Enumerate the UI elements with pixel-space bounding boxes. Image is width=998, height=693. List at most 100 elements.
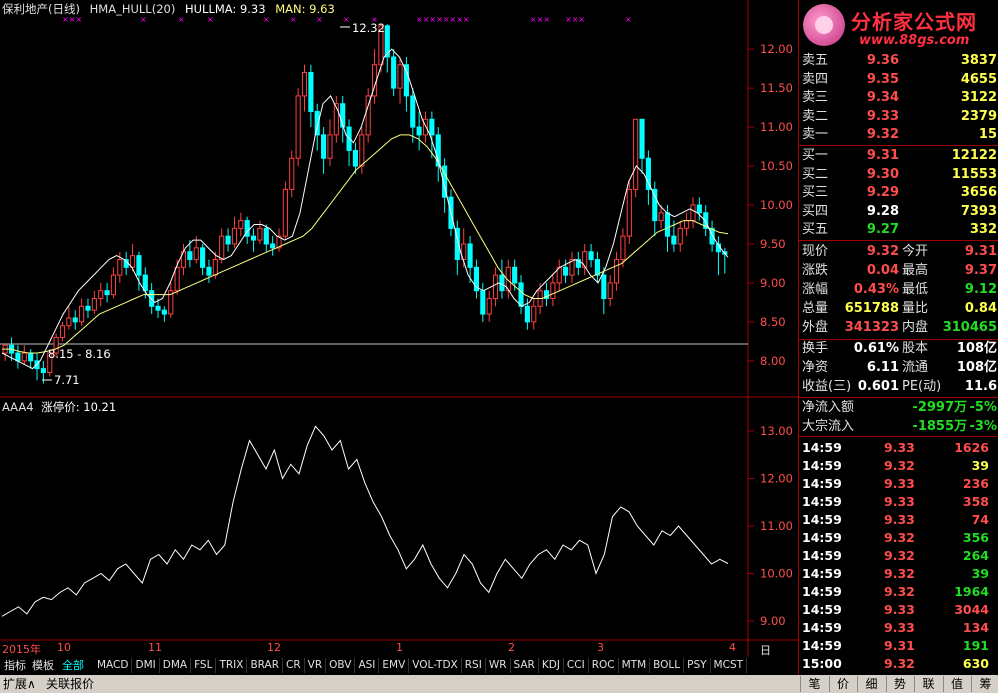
stat-value: 9.32 — [866, 244, 899, 259]
trade-price: 9.33 — [884, 494, 915, 509]
fin-value: 0.601 — [857, 379, 899, 394]
candle-body — [219, 235, 225, 261]
fin-label: PE(动) — [902, 379, 942, 394]
tab-rsi[interactable]: RSI — [462, 658, 486, 673]
tab-all[interactable]: 全部 — [60, 658, 86, 673]
trade-time: 14:59 — [802, 602, 842, 617]
tab-trix[interactable]: TRIX — [216, 658, 248, 673]
tab-dma[interactable]: DMA — [160, 658, 192, 673]
side-tab[interactable]: 笔 — [800, 676, 828, 692]
trade-row: 14:59 9.32 39 — [799, 565, 998, 583]
side-tab[interactable]: 筹 — [971, 676, 998, 692]
tab-macd[interactable]: MACD — [94, 658, 133, 673]
quote-panel: 分析家公式网 www.88gs.com 卖五 9.36 3837 卖四 9.35 4655… — [798, 0, 998, 677]
side-tab[interactable]: 势 — [885, 676, 914, 692]
tab-asi[interactable]: ASI — [355, 658, 380, 673]
trade-row: 14:59 9.32 39 — [799, 457, 998, 475]
tab-fsl[interactable]: FSL — [191, 658, 217, 673]
candle-body — [601, 274, 607, 299]
flow-label: 净流入额 — [802, 400, 855, 415]
tab-mtm[interactable]: MTM — [619, 658, 651, 673]
tab-indicator[interactable]: 指标 — [2, 658, 28, 673]
candle-body — [486, 298, 492, 315]
candle-body — [429, 118, 435, 136]
candle-body — [709, 227, 715, 245]
ask-price: 9.32 — [866, 127, 899, 142]
tab-brar[interactable]: BRAR — [247, 658, 283, 673]
hullma-value: HULLMA: 9.33 — [184, 2, 266, 16]
flow-row: 大宗流入 -1855万 -3% — [799, 418, 998, 436]
tab-cci[interactable]: CCI — [564, 658, 589, 673]
related-quote-button[interactable]: 关联报价 — [46, 676, 94, 692]
trade-row: 14:59 9.33 1626 — [799, 439, 998, 457]
candle-body — [613, 259, 620, 284]
tab-sar[interactable]: SAR — [511, 658, 539, 673]
candle-body — [66, 317, 72, 327]
candle-body — [270, 243, 276, 249]
chart-area[interactable]: 12.00 11.50 11.00 10.50 10.00 9.50 9.00 8.50 8.0… — [0, 0, 798, 673]
ask-row: 卖五 9.36 3837 — [799, 52, 998, 70]
tab-roc[interactable]: ROC — [589, 658, 619, 673]
trade-volume: 358 — [962, 494, 989, 509]
tab-cr[interactable]: CR — [283, 658, 305, 673]
x-label-year: 2015年 — [2, 643, 41, 656]
tab-vr[interactable]: VR — [305, 658, 327, 673]
logo-title: 分析家公式网 — [851, 10, 977, 34]
fin-value: 108亿 — [956, 360, 997, 375]
tab-vol-tdx[interactable]: VOL-TDX — [409, 658, 462, 673]
candle-body — [263, 227, 269, 245]
ask-label: 卖五 — [802, 53, 829, 68]
side-tab[interactable]: 细 — [857, 676, 885, 692]
side-tab[interactable]: 价 — [828, 676, 857, 692]
tab-psy[interactable]: PSY — [684, 658, 711, 673]
x-label-jan: 1 — [396, 641, 403, 654]
candle-body — [391, 56, 397, 89]
candle-body — [72, 317, 78, 323]
side-tab[interactable]: 值 — [942, 676, 971, 692]
trade-price: 9.33 — [884, 440, 915, 455]
candle-body — [664, 212, 671, 237]
candle-body — [416, 126, 422, 136]
tab-obv[interactable]: OBV — [326, 658, 356, 673]
candle-body — [359, 134, 365, 167]
sub-y-tick-label: 12.00 — [760, 472, 793, 486]
candle-body — [677, 227, 683, 245]
candle-body — [327, 134, 333, 159]
stat-value: 341323 — [844, 320, 899, 335]
tab-template[interactable]: 模板 — [30, 658, 56, 673]
side-tab[interactable]: 联 — [914, 676, 942, 692]
y-tick-label: 11.00 — [760, 120, 793, 134]
expand-button[interactable]: 扩展∧ — [3, 676, 36, 692]
trade-price: 9.33 — [884, 476, 915, 491]
ask-label: 卖一 — [802, 127, 829, 142]
trade-volume: 191 — [962, 638, 989, 653]
candle-body — [231, 227, 238, 245]
trade-time: 14:59 — [802, 494, 842, 509]
candle-body — [206, 266, 212, 276]
ask-volume: 2379 — [960, 108, 997, 124]
tab-mcst[interactable]: MCST — [711, 658, 748, 673]
bid-row: 买一 9.31 12122 — [799, 147, 998, 165]
candle-body — [187, 251, 193, 261]
indicator-tab-bar: 指标 模板 全部 MACD DMI DMA FSL TRIX BRAR CR VR OBV ASI… — [0, 657, 798, 674]
stat-value: 310465 — [942, 320, 997, 335]
stat-label: 涨幅 — [802, 282, 829, 297]
stat-row: 现价 9.32 今开 9.31 — [799, 243, 998, 261]
fin-value: 0.61% — [853, 341, 899, 356]
candle-body — [397, 64, 403, 89]
candle-body — [301, 72, 308, 97]
tab-boll[interactable]: BOLL — [650, 658, 685, 673]
tab-kdj[interactable]: KDJ — [539, 658, 564, 673]
tab-emv[interactable]: EMV — [379, 658, 410, 673]
logo-badge-icon — [803, 4, 845, 46]
candle-body — [174, 266, 180, 292]
candle-body — [531, 305, 537, 323]
ask-price: 9.34 — [866, 90, 899, 105]
signal-marker: × — [625, 15, 632, 24]
tab-wr[interactable]: WR — [486, 658, 511, 673]
limit-price-line — [1, 425, 729, 617]
stat-row: 涨跌 0.04 最高 9.37 — [799, 262, 998, 280]
signal-marker: × — [290, 15, 297, 24]
tab-dmi[interactable]: DMI — [132, 658, 160, 673]
man-line — [2, 134, 729, 354]
